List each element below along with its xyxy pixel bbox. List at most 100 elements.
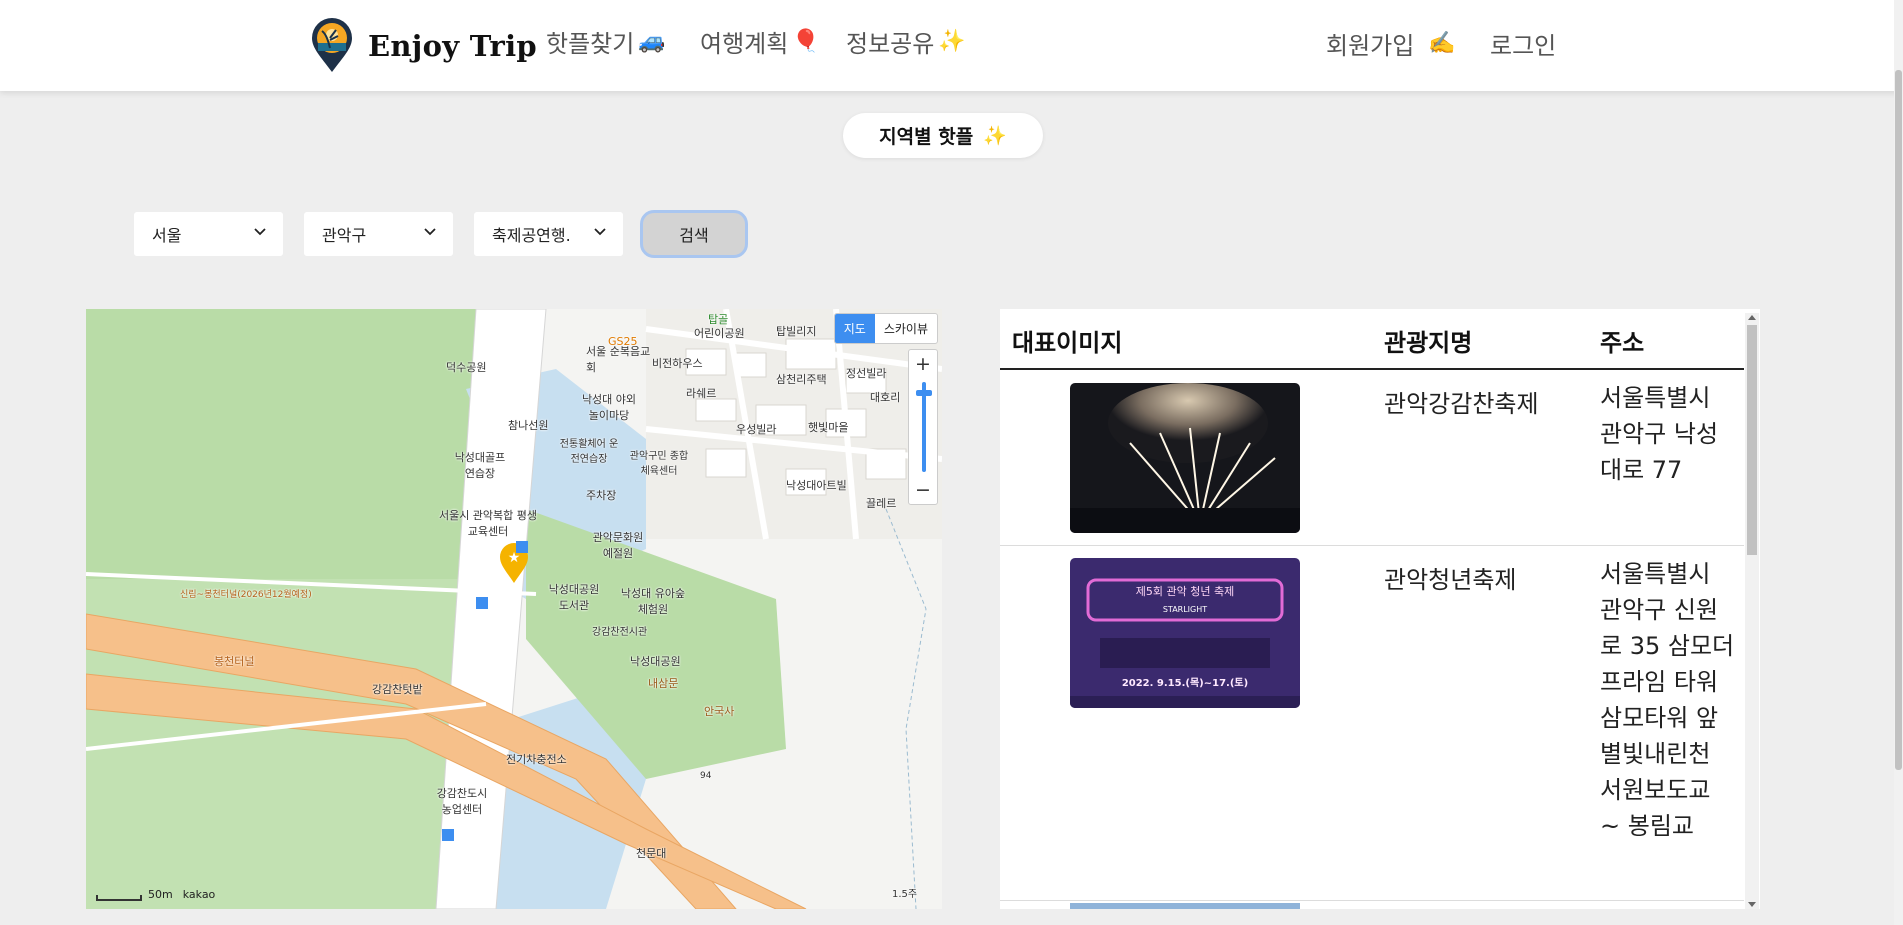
attraction-address: 서울특별시 관악구 신원로 35 삼모더 프라임 타워 삼모타워 앞 별빛내린천… xyxy=(1600,560,1735,840)
map-label-place: 안국사 xyxy=(704,705,735,718)
content-type-select-value: 축제공연행. xyxy=(492,226,571,245)
zoom-slider-handle[interactable] xyxy=(916,390,932,396)
map-label-place: 햇빛마을 xyxy=(808,421,849,434)
nav-info-share[interactable]: 정보공유 ✨ xyxy=(846,24,966,59)
chevron-down-icon xyxy=(594,228,606,236)
table-row[interactable]: 제5회 관악 청년 축제 STARLIGHT 2022. 9.15.(목)~17… xyxy=(1000,546,1744,901)
map-label-place: 강감찬텃밭 xyxy=(372,683,423,696)
page-scrollbar[interactable] xyxy=(1894,0,1903,925)
signup-link[interactable]: 회원가입 ✍️ xyxy=(1326,26,1456,61)
map-label-place: 끌레르 xyxy=(866,497,897,510)
kakao-map[interactable]: ★ 덕수공원 서울 순복음교회 비전하우스 GS25 어린이공원 탑골 탑빌리지… xyxy=(86,309,942,909)
map-label-place: 낙성대골프 연습장 xyxy=(454,451,506,480)
chevron-down-icon xyxy=(254,228,266,236)
map-label-place: 정선빌라 xyxy=(846,367,887,380)
zoom-control: + − xyxy=(908,349,938,505)
content-type-select[interactable]: 축제공연행. xyxy=(474,212,623,256)
nav-info-share-label: 정보공유 xyxy=(846,30,935,58)
attraction-thumbnail[interactable] xyxy=(1070,383,1300,533)
map-label-road: 신림~봉천터널(2026년12월예정) xyxy=(180,590,312,600)
scroll-down-icon[interactable] xyxy=(1748,902,1756,907)
region-hotplace-title: 지역별 핫플 xyxy=(879,126,974,148)
balloon-icon: 🎈 xyxy=(792,29,820,54)
map-label-place: 전통활체어 운전연습장 xyxy=(559,439,619,465)
nav-trip-plan-label: 여행계획 xyxy=(700,30,789,58)
car-icon: 🚙 xyxy=(638,29,666,54)
map-label-place: 전기차충전소 xyxy=(506,753,567,766)
festival-poster: 제5회 관악 청년 축제 STARLIGHT 2022. 9.15.(목)~17… xyxy=(1070,558,1300,708)
map-label-place: 낙성대 야외 놀이마당 xyxy=(581,393,637,422)
map-label-place: 낙성대공원 xyxy=(630,655,681,668)
map-label-road: 봉천터널 xyxy=(214,655,255,668)
attraction-thumbnail[interactable]: 제5회 관악 청년 축제 STARLIGHT 2022. 9.15.(목)~17… xyxy=(1070,558,1300,708)
map-label-road-number: 94 xyxy=(700,771,712,781)
poster-subtitle: STARLIGHT xyxy=(1163,605,1207,614)
map-label-place: 어린이공원 xyxy=(694,327,745,340)
login-link[interactable]: 로그인 xyxy=(1490,26,1556,61)
nav-hotplace[interactable]: 핫플찾기 🚙 xyxy=(546,24,666,59)
map-label-place: GS25 xyxy=(608,335,638,348)
brand-name: Enjoy Trip xyxy=(368,29,538,63)
gugun-select[interactable]: 관악구 xyxy=(304,212,453,256)
search-button[interactable]: 검색 xyxy=(640,210,748,258)
map-label-place: 라쉐르 xyxy=(686,387,717,400)
top-navbar: Enjoy Trip 핫플찾기 🚙 여행계획 🎈 정보공유 ✨ 회원가입 ✍️ … xyxy=(0,0,1903,91)
zoom-out-button[interactable]: − xyxy=(909,476,937,504)
map-label-place: 내삼문 xyxy=(648,677,679,690)
map-label-place: 강감찬도시 농업센터 xyxy=(436,787,488,816)
map-label-place: 관악구민 종합체육센터 xyxy=(629,451,689,477)
kakao-logo: kakao xyxy=(182,888,216,901)
nav-trip-plan[interactable]: 여행계획 🎈 xyxy=(700,24,820,59)
map-type-map-button[interactable]: 지도 xyxy=(834,314,875,343)
writing-hand-icon: ✍️ xyxy=(1428,31,1456,56)
attraction-table: 대표이미지 관광지명 주소 관악강감찬축제 서울특별시 관악구 낙성대로 77 … xyxy=(1000,309,1760,909)
sparkles-icon: ✨ xyxy=(983,125,1007,147)
scrollbar-thumb[interactable] xyxy=(1747,325,1757,555)
map-label-place: 낙성대 유아숲체험원 xyxy=(620,587,686,616)
map-label-place: 강감찬전시관 xyxy=(592,627,648,638)
scale-bar xyxy=(96,895,142,901)
scale-label: 50m xyxy=(148,888,173,901)
gugun-select-value: 관악구 xyxy=(322,226,367,245)
map-type-skyview-button[interactable]: 스카이뷰 xyxy=(875,314,937,343)
map-label-place: 주차장 xyxy=(586,489,617,502)
scroll-up-icon[interactable] xyxy=(1748,315,1756,320)
chevron-down-icon xyxy=(424,228,436,236)
page-scrollbar-thumb[interactable] xyxy=(1895,70,1902,770)
sido-select[interactable]: 서울 xyxy=(134,212,283,256)
map-label-place: 대호리 xyxy=(870,391,901,404)
map-label-place: 낙성대공원 도서관 xyxy=(548,583,600,612)
column-header-image: 대표이미지 xyxy=(1012,329,1123,357)
map-label-place: 서울시 관악복합 평생교육센터 xyxy=(438,509,538,538)
map-label-place: 천문대 xyxy=(636,847,667,860)
map-label-place: 삼천리주택 xyxy=(776,373,827,386)
map-label-place: 낙성대아트빌 xyxy=(786,479,847,492)
attraction-name: 관악청년축제 xyxy=(1384,566,1517,594)
map-label-road: 1.5주 xyxy=(892,889,918,900)
attraction-address: 서울특별시 관악구 낙성대로 77 xyxy=(1600,384,1719,484)
zoom-in-button[interactable]: + xyxy=(909,350,937,378)
poster-title: 제5회 관악 청년 축제 xyxy=(1136,585,1234,598)
map-label-place: 비전하우스 xyxy=(652,357,703,370)
fireworks-photo xyxy=(1070,383,1300,533)
attraction-name: 관악강감찬축제 xyxy=(1384,390,1539,418)
logo[interactable]: Enjoy Trip xyxy=(310,18,537,74)
region-hotplace-badge: 지역별 핫플 ✨ xyxy=(843,113,1043,158)
map-label-place: 우성빌라 xyxy=(736,423,777,436)
poster-dates: 2022. 9.15.(목)~17.(토) xyxy=(1122,677,1248,689)
table-scrollbar[interactable] xyxy=(1745,313,1759,909)
sido-select-value: 서울 xyxy=(152,226,182,245)
column-header-name: 관광지명 xyxy=(1384,329,1473,357)
table-row[interactable]: 관악강감찬축제 서울특별시 관악구 낙성대로 77 xyxy=(1000,370,1744,546)
map-scale: 50m kakao xyxy=(96,888,215,901)
table-header: 대표이미지 관광지명 주소 xyxy=(1000,309,1744,370)
sparkles-icon: ✨ xyxy=(938,29,966,54)
map-label-place: 탑빌리지 xyxy=(776,325,817,338)
map-type-toggle: 지도 스카이뷰 xyxy=(833,313,938,344)
nav-hotplace-label: 핫플찾기 xyxy=(546,30,635,58)
login-label: 로그인 xyxy=(1490,32,1557,60)
map-pin-logo-icon xyxy=(312,18,352,72)
map-label-place: 참나선원 xyxy=(508,419,549,432)
map-label-place: 탑골 xyxy=(708,313,729,326)
map-label-place: 덕수공원 xyxy=(446,361,487,374)
